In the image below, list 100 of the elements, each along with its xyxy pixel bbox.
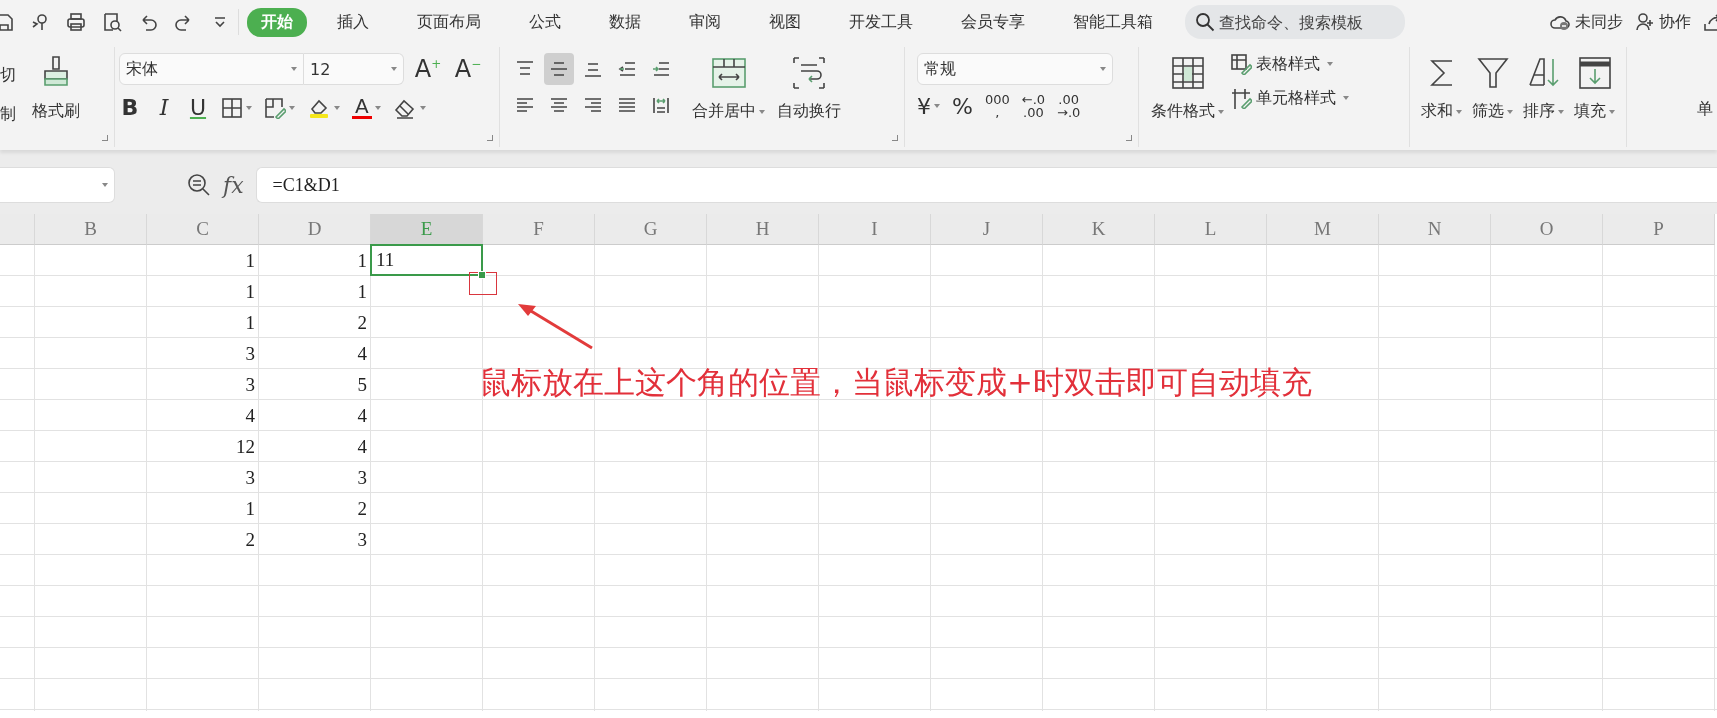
thousands-separator-button[interactable]: 000 , [984, 93, 1010, 119]
table-cell[interactable]: 1 [147, 245, 259, 276]
column-header[interactable]: N [1379, 214, 1491, 245]
table-cell[interactable]: 5 [259, 369, 371, 400]
increase-decimal-button[interactable]: ←.0 .00 [1021, 93, 1046, 119]
cloud-icon[interactable] [1549, 13, 1571, 31]
table-style-button[interactable]: 表格样式 [1230, 53, 1349, 75]
cut-button[interactable]: 切 [0, 65, 16, 86]
caret-icon[interactable] [246, 105, 252, 110]
table-cell[interactable]: 1 [259, 245, 371, 276]
table-cell[interactable]: 4 [259, 400, 371, 431]
italic-button[interactable]: I [153, 95, 175, 120]
column-header[interactable]: C [147, 214, 259, 245]
column-header[interactable]: M [1267, 214, 1379, 245]
table-cell[interactable]: 2 [259, 493, 371, 524]
caret-icon[interactable] [374, 105, 381, 110]
ribbon-label[interactable]: 单 [1697, 99, 1713, 147]
decrease-font-button[interactable]: A$^{−}$ [452, 55, 484, 83]
group-launcher-icon[interactable] [1126, 135, 1132, 141]
font-size-select[interactable]: 12 [304, 53, 404, 85]
column-header[interactable]: P [1603, 214, 1715, 245]
column-header[interactable]: J [931, 214, 1043, 245]
table-cell[interactable]: 3 [147, 338, 259, 369]
zoom-icon[interactable] [187, 173, 211, 197]
print-icon[interactable] [66, 12, 86, 32]
column-header[interactable]: H [707, 214, 819, 245]
column-header[interactable]: B [35, 214, 147, 245]
column-header[interactable]: F [483, 214, 595, 245]
fill-down-icon[interactable] [1576, 55, 1613, 91]
ribbon-tab[interactable]: 审阅 [675, 7, 735, 37]
percent-button[interactable]: % [952, 93, 973, 119]
caret-icon[interactable] [419, 105, 426, 110]
table-cell[interactable]: 3 [259, 462, 371, 493]
table-cell[interactable]: 3 [147, 462, 259, 493]
table-cell[interactable]: 11 [370, 244, 483, 276]
font-family-select[interactable]: 宋体 [119, 53, 304, 85]
add-user-icon[interactable] [1635, 12, 1655, 32]
function-label[interactable]: fx [223, 172, 244, 198]
table-cell[interactable]: 1 [147, 276, 259, 307]
ribbon-tab[interactable]: 智能工具箱 [1059, 7, 1167, 37]
table-cell[interactable]: 2 [147, 524, 259, 555]
currency-button[interactable]: ¥ [917, 93, 931, 119]
middle-align-button[interactable] [544, 53, 574, 85]
save-icon[interactable] [0, 12, 14, 32]
cell-format-icon[interactable] [264, 96, 286, 119]
formula-field[interactable]: =C1&D1 [255, 167, 1717, 203]
table-cell[interactable]: 1 [147, 307, 259, 338]
column-header[interactable]: L [1155, 214, 1267, 245]
column-header[interactable]: D [259, 214, 371, 245]
table-cell[interactable]: 2 [259, 307, 371, 338]
fill-handle[interactable] [478, 271, 486, 279]
underline-button[interactable]: U [187, 95, 209, 120]
sync-status[interactable]: 未同步 [1575, 11, 1623, 33]
ribbon-tab[interactable]: 页面布局 [403, 7, 495, 37]
number-format-select[interactable]: 常规 [917, 53, 1113, 85]
table-cell[interactable]: 1 [147, 493, 259, 524]
group-launcher-icon[interactable] [892, 135, 898, 141]
increase-font-button[interactable]: A$^{+}$ [412, 55, 444, 83]
cell-style-button[interactable]: 单元格样式 [1230, 87, 1349, 109]
share-arrow-icon[interactable] [1703, 12, 1717, 32]
font-color-button[interactable]: A [352, 96, 372, 119]
conditional-format-icon[interactable] [1169, 55, 1206, 91]
table-cell[interactable]: 3 [259, 524, 371, 555]
wrap-text-button[interactable]: 自动换行 [771, 53, 847, 147]
column-header[interactable]: O [1491, 214, 1603, 245]
fill-button[interactable]: 填充 [1574, 101, 1615, 122]
filter-button[interactable]: 筛选 [1472, 101, 1513, 122]
caret-icon[interactable] [934, 104, 940, 108]
column-header[interactable]: I [819, 214, 931, 245]
search-field[interactable]: 查找命令、搜索模板 [1185, 5, 1405, 39]
ribbon-tab[interactable]: 数据 [595, 7, 655, 37]
table-cell[interactable]: 4 [259, 338, 371, 369]
sort-button[interactable]: 排序 [1523, 101, 1564, 122]
table-cell[interactable]: 3 [147, 369, 259, 400]
merge-center-button[interactable]: 合并居中 [692, 101, 765, 122]
print-preview-icon[interactable] [102, 12, 122, 32]
ribbon-tab[interactable]: 插入 [323, 7, 383, 37]
table-cell[interactable]: 1 [259, 276, 371, 307]
collaborate-button[interactable]: 协作 [1659, 11, 1691, 33]
group-launcher-icon[interactable] [487, 135, 493, 141]
caret-icon[interactable] [289, 105, 295, 110]
table-cell[interactable]: 4 [259, 431, 371, 462]
merge-cells-icon[interactable] [710, 55, 747, 91]
ribbon-tab[interactable]: 会员专享 [947, 7, 1039, 37]
decrease-decimal-button[interactable]: .00 →.0 [1057, 93, 1081, 119]
column-header[interactable]: K [1043, 214, 1155, 245]
format-painter-button[interactable]: 格式刷 [26, 53, 86, 147]
ribbon-tab[interactable]: 视图 [755, 7, 815, 37]
table-cell[interactable]: 4 [147, 400, 259, 431]
ribbon-tab[interactable]: 开发工具 [835, 7, 927, 37]
sum-button[interactable]: 求和 [1421, 101, 1462, 122]
conditional-format-button[interactable]: 条件格式 [1151, 101, 1224, 122]
borders-icon[interactable] [221, 96, 243, 119]
ribbon-tab[interactable]: 公式 [515, 7, 575, 37]
bold-button[interactable]: B [119, 95, 141, 120]
group-launcher-icon[interactable] [102, 135, 108, 141]
table-cell[interactable]: 12 [147, 431, 259, 462]
copy-button[interactable]: 制 [0, 104, 16, 125]
caret-icon[interactable] [334, 105, 340, 110]
column-header[interactable]: G [595, 214, 707, 245]
